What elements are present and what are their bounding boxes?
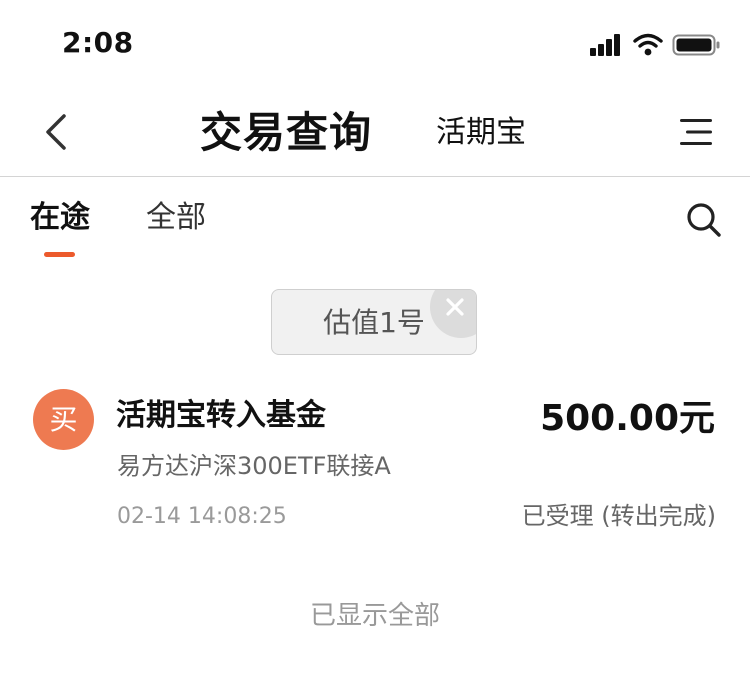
status-icons bbox=[588, 32, 723, 58]
transaction-title: 活期宝转入基金 bbox=[116, 398, 326, 433]
transaction-status: 已受理 (转出完成) bbox=[521, 502, 716, 530]
buy-badge: 买 bbox=[33, 389, 94, 450]
transaction-amount: 500.00元 bbox=[540, 398, 715, 439]
filter-chip[interactable]: 估值1号 bbox=[271, 289, 477, 355]
battery-icon bbox=[672, 34, 720, 56]
wifi-icon bbox=[633, 33, 663, 56]
account-switcher[interactable]: 活期宝 bbox=[436, 112, 526, 154]
back-button[interactable] bbox=[36, 108, 80, 156]
search-button[interactable] bbox=[684, 200, 724, 240]
chevron-left-icon bbox=[46, 114, 66, 150]
hamburger-menu-icon bbox=[680, 119, 712, 145]
page-title: 交易查询 bbox=[200, 108, 373, 157]
menu-button[interactable] bbox=[674, 112, 718, 152]
signal-icon bbox=[590, 34, 620, 56]
tab-active-indicator bbox=[44, 252, 75, 257]
search-icon bbox=[687, 203, 721, 237]
close-icon bbox=[446, 298, 464, 316]
nav-divider bbox=[0, 176, 750, 177]
transaction-fund-name: 易方达沪深300ETF联接A bbox=[117, 452, 391, 480]
tab-all[interactable]: 全部 bbox=[146, 197, 206, 239]
list-end-text: 已显示全部 bbox=[309, 601, 440, 631]
transaction-item[interactable]: 买 活期宝转入基金 500.00元 易方达沪深300ETF联接A 02-14 1… bbox=[0, 380, 750, 550]
tab-in-transit[interactable]: 在途 bbox=[30, 197, 90, 239]
status-time: 2:08 bbox=[62, 26, 134, 59]
transaction-time: 02-14 14:08:25 bbox=[117, 504, 287, 529]
